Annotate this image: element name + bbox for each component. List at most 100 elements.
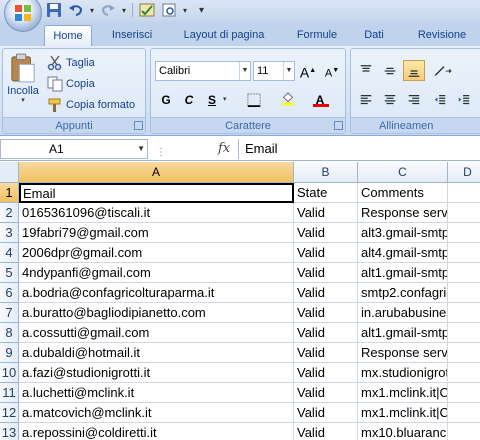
cell-a[interactable]: a.fazi@studionigrotti.it xyxy=(19,363,294,383)
row-header[interactable]: 10 xyxy=(0,363,19,383)
align-bottom-button[interactable] xyxy=(403,60,425,81)
cell-b[interactable]: State xyxy=(294,183,358,203)
shrink-font-button[interactable]: A▼ xyxy=(321,60,343,81)
cell-a[interactable]: 4ndypanfi@gmail.com xyxy=(19,263,294,283)
cell-d[interactable] xyxy=(448,343,480,363)
cell-c[interactable]: smtp2.confagricoltu xyxy=(358,283,448,303)
column-header-b[interactable]: B xyxy=(294,162,358,183)
cell-b[interactable]: Valid xyxy=(294,423,358,440)
column-header-d[interactable]: D xyxy=(448,162,480,183)
cell-d[interactable] xyxy=(448,263,480,283)
font-dialog-launcher[interactable] xyxy=(334,121,343,130)
tab-insert[interactable]: Inserisci xyxy=(102,25,162,46)
decrease-indent-button[interactable] xyxy=(429,89,451,110)
cell-a[interactable]: a.luchetti@mclink.it xyxy=(19,383,294,403)
cell-d[interactable] xyxy=(448,363,480,383)
column-header-c[interactable]: C xyxy=(358,162,448,183)
row-header[interactable]: 2 xyxy=(0,203,19,223)
cell-d[interactable] xyxy=(448,403,480,423)
increase-indent-button[interactable] xyxy=(453,89,475,110)
save-icon[interactable] xyxy=(46,2,62,18)
row-header[interactable]: 8 xyxy=(0,323,19,343)
cell-a[interactable]: 0165361096@tiscali.it xyxy=(19,203,294,223)
cell-d[interactable] xyxy=(448,383,480,403)
font-name-combo[interactable]: Calibri ▼ xyxy=(155,61,251,81)
cell-d[interactable] xyxy=(448,423,480,440)
undo-dropdown-icon[interactable]: ▾ xyxy=(90,6,94,15)
cell-a[interactable]: a.buratto@bagliodipianetto.com xyxy=(19,303,294,323)
copy-button[interactable]: Copia xyxy=(47,76,95,92)
format-painter-button[interactable]: Copia formato xyxy=(47,97,135,113)
tab-formulas[interactable]: Formule xyxy=(286,25,348,46)
bold-button[interactable]: G xyxy=(155,89,177,110)
grow-font-button[interactable]: A▲ xyxy=(297,60,319,81)
insert-function-icon[interactable]: fx xyxy=(218,141,230,156)
italic-button[interactable]: C xyxy=(178,89,200,110)
tab-data[interactable]: Dati xyxy=(354,25,394,46)
row-header[interactable]: 11 xyxy=(0,383,19,403)
row-header[interactable]: 7 xyxy=(0,303,19,323)
cell-d[interactable] xyxy=(448,203,480,223)
cell-b[interactable]: Valid xyxy=(294,303,358,323)
font-color-button[interactable]: A xyxy=(309,89,331,110)
font-size-dropdown-icon[interactable]: ▼ xyxy=(283,62,294,80)
name-box-dropdown-icon[interactable]: ▼ xyxy=(137,140,145,158)
cell-a[interactable]: a.repossini@coldiretti.it xyxy=(19,423,294,440)
font-size-combo[interactable]: 11 ▼ xyxy=(253,61,295,81)
cell-b[interactable]: Valid xyxy=(294,343,358,363)
cell-c[interactable]: Response server OK xyxy=(358,343,448,363)
borders-button[interactable] xyxy=(243,89,265,110)
tab-home[interactable]: Home xyxy=(44,25,92,46)
cell-a[interactable]: a.matcovich@mclink.it xyxy=(19,403,294,423)
cell-a[interactable]: a.dubaldi@hotmail.it xyxy=(19,343,294,363)
cell-b[interactable]: Valid xyxy=(294,383,358,403)
undo-icon[interactable] xyxy=(68,2,84,18)
cell-a[interactable]: 2006dpr@gmail.com xyxy=(19,243,294,263)
cell-d[interactable] xyxy=(448,303,480,323)
paste-button[interactable]: Incolla ▾ xyxy=(5,53,41,104)
row-header[interactable]: 1 xyxy=(0,183,19,203)
row-header[interactable]: 3 xyxy=(0,223,19,243)
paste-dropdown-icon[interactable]: ▾ xyxy=(21,96,25,104)
cell-a[interactable]: a.bodria@confagricolturaparma.it xyxy=(19,283,294,303)
cell-b[interactable]: Valid xyxy=(294,223,358,243)
select-all-corner[interactable] xyxy=(0,162,19,183)
name-box[interactable]: A1 ▼ xyxy=(0,139,148,159)
row-header[interactable]: 4 xyxy=(0,243,19,263)
cell-c[interactable]: mx1.mclink.it|Conn xyxy=(358,383,448,403)
fill-color-button[interactable] xyxy=(277,89,299,110)
cell-a[interactable]: Email xyxy=(19,183,294,203)
cell-b[interactable]: Valid xyxy=(294,263,358,283)
row-header[interactable]: 6 xyxy=(0,283,19,303)
orientation-button[interactable] xyxy=(429,60,459,81)
cell-c[interactable]: mx1.mclink.it|Conn xyxy=(358,403,448,423)
row-header[interactable]: 13 xyxy=(0,423,19,440)
cell-c[interactable]: alt3.gmail-smtp-in.l xyxy=(358,223,448,243)
formula-input[interactable]: Email xyxy=(238,139,480,159)
cell-d[interactable] xyxy=(448,183,480,203)
formula-bar-resize-handle[interactable]: ⋮ xyxy=(156,147,167,158)
row-header[interactable]: 9 xyxy=(0,343,19,363)
cell-c[interactable]: mx10.bluarancio.co xyxy=(358,423,448,440)
align-center-button[interactable] xyxy=(379,89,401,110)
cell-c[interactable]: alt4.gmail-smtp-in.l xyxy=(358,243,448,263)
cell-b[interactable]: Valid xyxy=(294,363,358,383)
print-dropdown-icon[interactable]: ▾ xyxy=(183,6,187,15)
cell-b[interactable]: Valid xyxy=(294,243,358,263)
align-middle-button[interactable] xyxy=(379,60,401,81)
cell-c[interactable]: mx.studionigrotti.it xyxy=(358,363,448,383)
cell-b[interactable]: Valid xyxy=(294,203,358,223)
cell-b[interactable]: Valid xyxy=(294,283,358,303)
cell-d[interactable] xyxy=(448,243,480,263)
cell-c[interactable]: Response server OK xyxy=(358,203,448,223)
tab-page-layout[interactable]: Layout di pagina xyxy=(172,25,276,46)
cell-d[interactable] xyxy=(448,223,480,243)
cell-c[interactable]: alt1.gmail-smtp-in.l xyxy=(358,263,448,283)
cell-a[interactable]: a.cossutti@gmail.com xyxy=(19,323,294,343)
cell-c[interactable]: Comments xyxy=(358,183,448,203)
cell-b[interactable]: Valid xyxy=(294,323,358,343)
column-header-a[interactable]: A xyxy=(19,162,294,183)
cell-d[interactable] xyxy=(448,323,480,343)
align-left-button[interactable] xyxy=(355,89,377,110)
cell-c[interactable]: alt1.gmail-smtp-in.l xyxy=(358,323,448,343)
